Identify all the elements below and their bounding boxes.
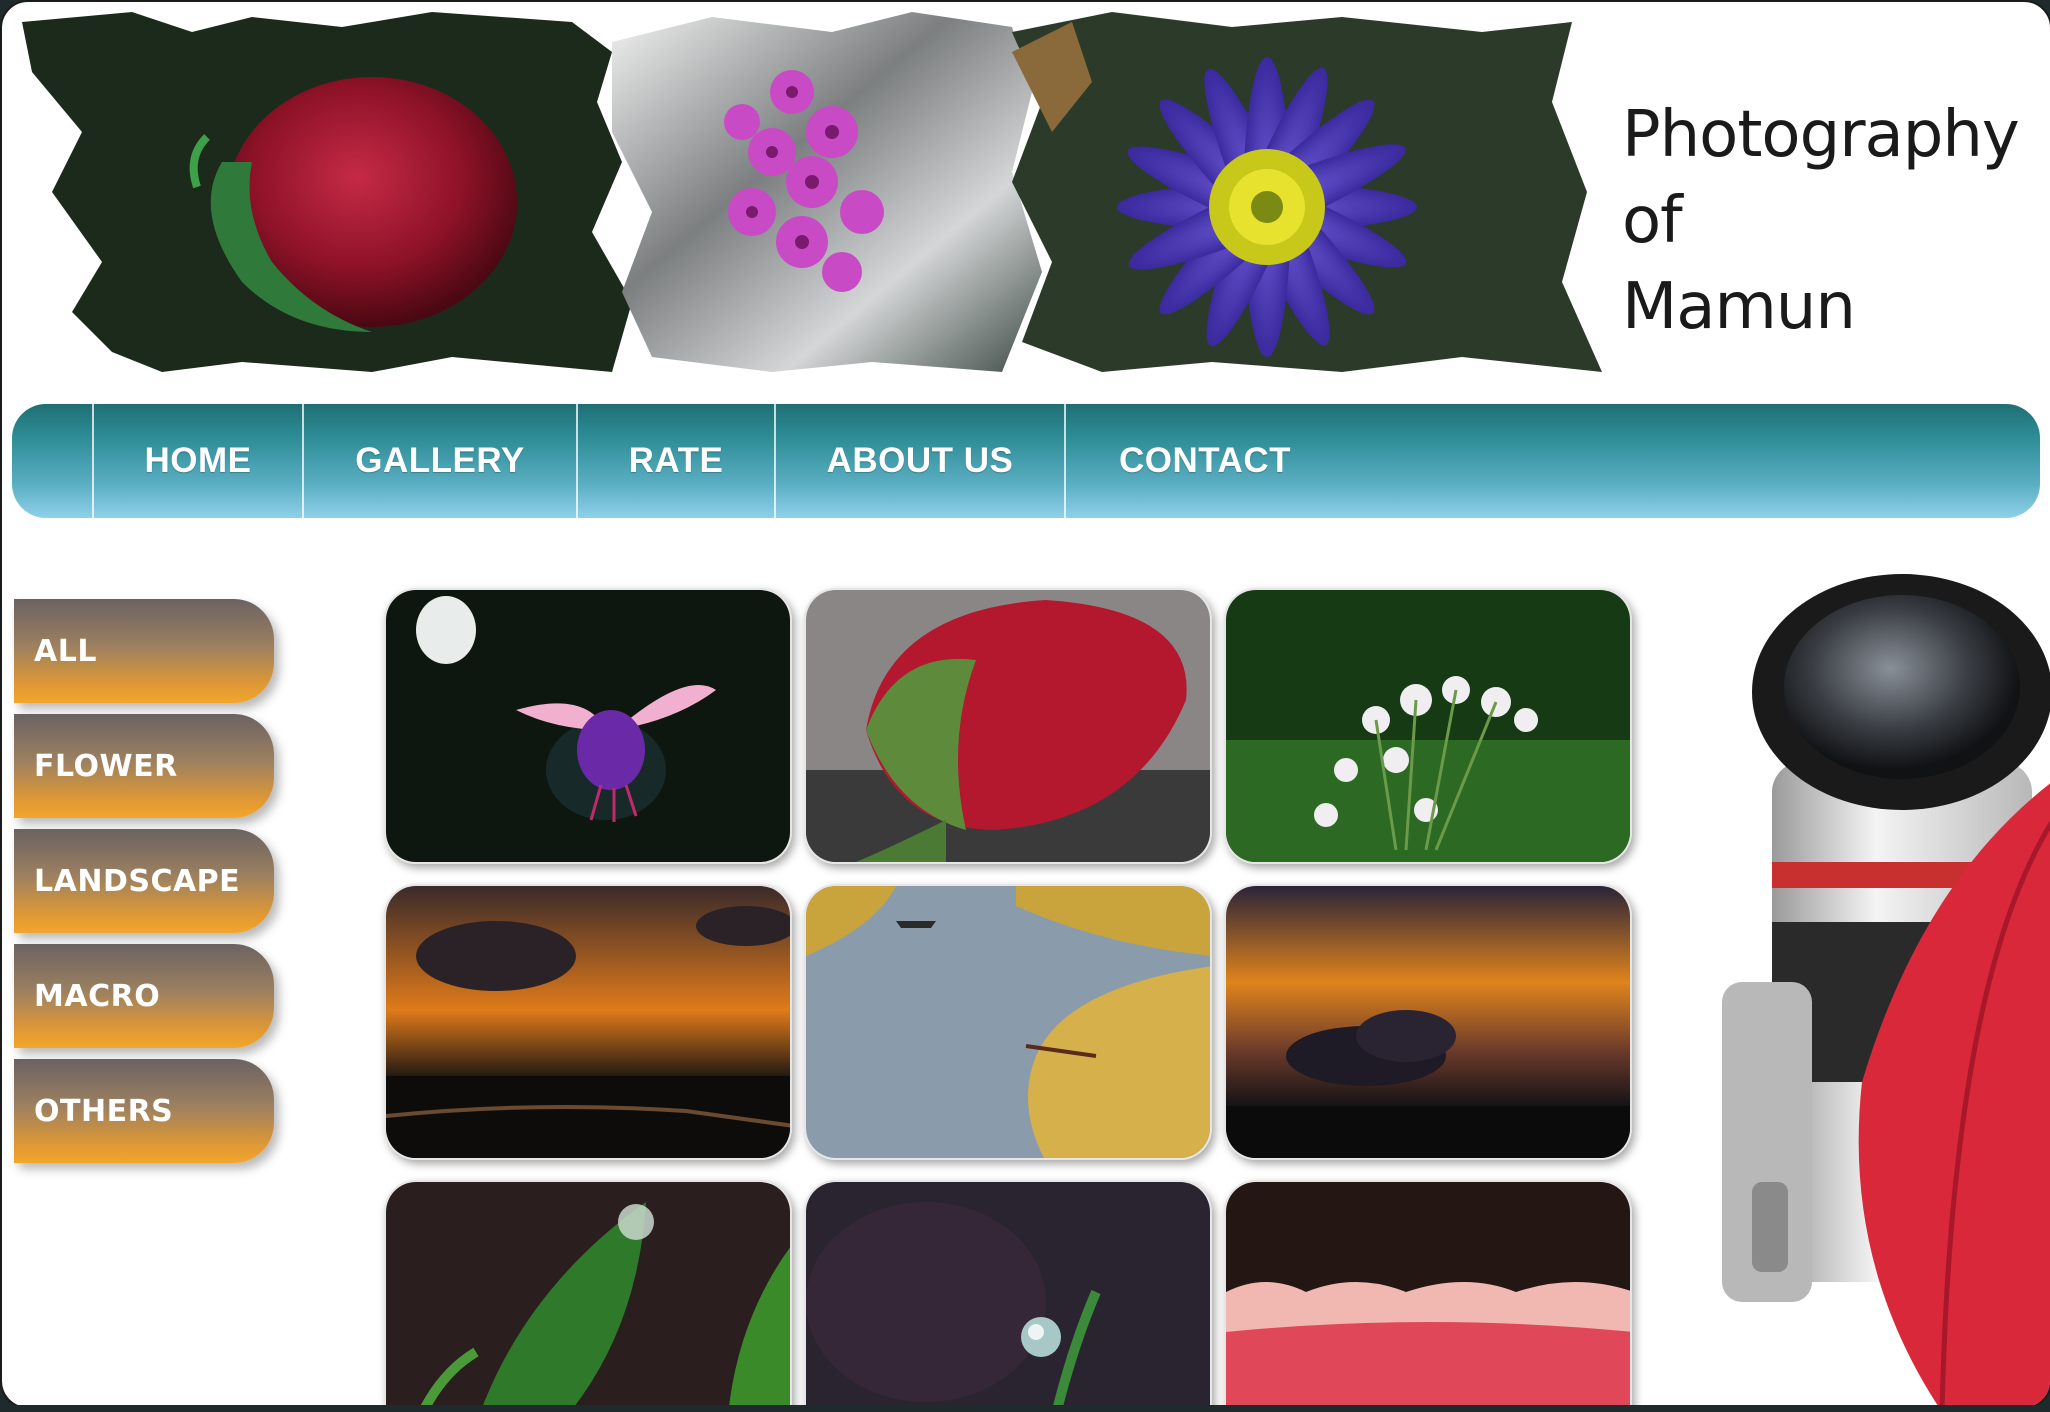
category-macro-button[interactable]: MACRO (14, 944, 274, 1048)
nav-about-us[interactable]: ABOUT US (774, 404, 1064, 518)
gallery-thumbnail-sunset-horizon[interactable] (1224, 884, 1632, 1160)
category-landscape-button[interactable]: LANDSCAPE (14, 829, 274, 933)
gallery-thumbnail-grass-drop[interactable] (804, 1180, 1212, 1407)
gallery-thumbnail-rosebud[interactable] (804, 588, 1212, 864)
camera-lens-decoration (1722, 574, 2050, 1407)
category-menu: ALL FLOWER LANDSCAPE MACRO OTHERS (14, 599, 284, 1174)
gallery-thumbnail-fuchsia[interactable] (384, 588, 792, 864)
gallery-thumbnail-red-petal[interactable] (1224, 1180, 1632, 1407)
category-flower-button[interactable]: FLOWER (14, 714, 274, 818)
nav-contact[interactable]: CONTACT (1064, 404, 1344, 518)
gallery-thumbnail-wildflowers[interactable] (1224, 588, 1632, 864)
site-title: Photography of Mamun (1622, 92, 2020, 350)
site-title-line: Photography (1622, 98, 2020, 172)
nav-home[interactable]: HOME (92, 404, 302, 518)
header-banner: Photography of Mamun (12, 12, 2042, 372)
banner-flower-collage (22, 12, 1602, 372)
category-all-button[interactable]: ALL (14, 599, 274, 703)
gallery-thumbnail-leaf-drop[interactable] (384, 1180, 792, 1407)
nav-rate[interactable]: RATE (576, 404, 774, 518)
site-title-line: Mamun (1622, 270, 1856, 344)
main-navigation: HOME GALLERY RATE ABOUT US CONTACT (12, 404, 2040, 518)
site-title-line: of (1622, 184, 1683, 258)
nav-gallery[interactable]: GALLERY (302, 404, 576, 518)
window-bottom-edge (0, 1405, 2050, 1412)
browser-page: Photography of Mamun HOME GALLERY RATE A… (0, 0, 2050, 1409)
category-others-button[interactable]: OTHERS (14, 1059, 274, 1163)
gallery-thumbnail-river[interactable] (804, 884, 1212, 1160)
gallery-thumbnail-sunset-clouds[interactable] (384, 884, 792, 1160)
